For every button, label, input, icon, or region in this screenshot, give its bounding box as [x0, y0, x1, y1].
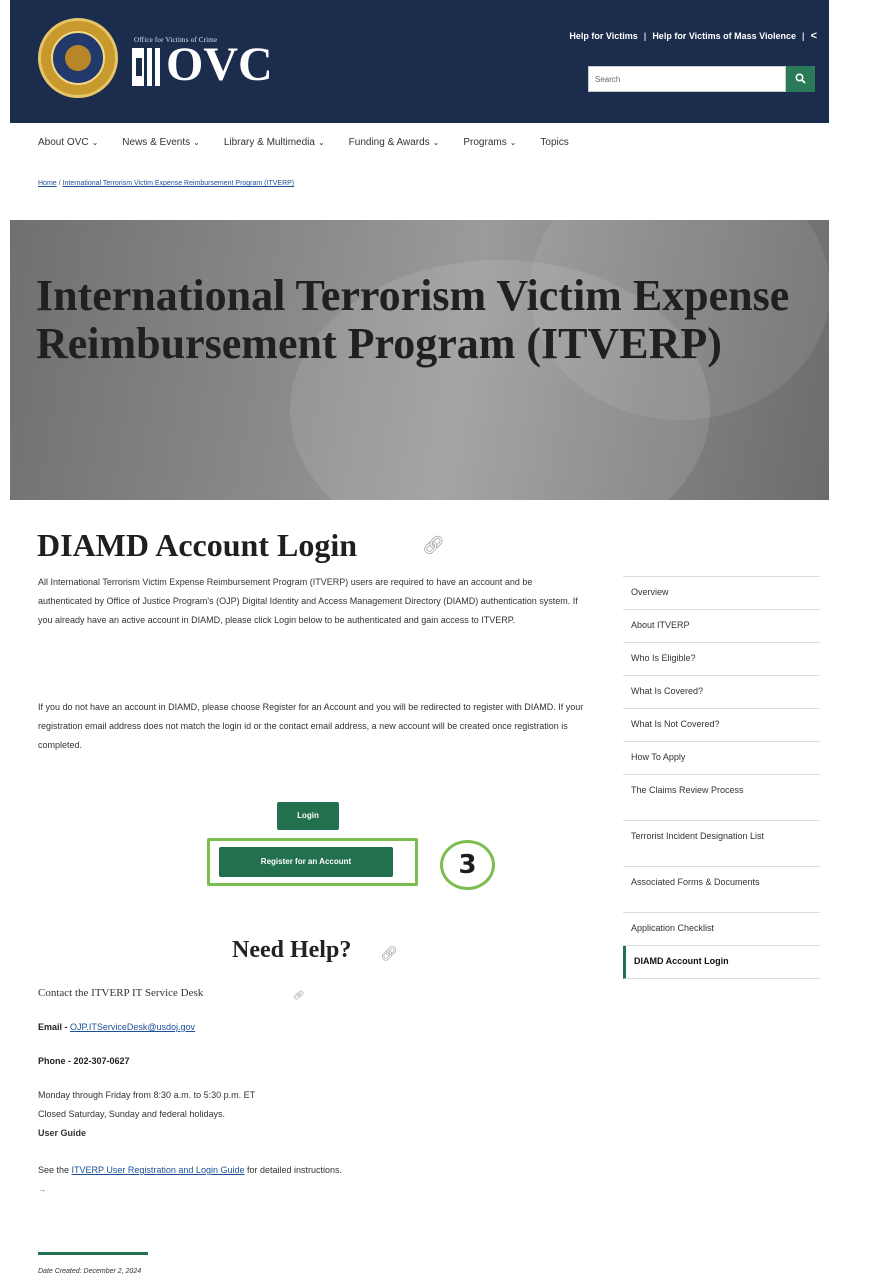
nav-item-about-ovc[interactable]: About OVC ⌄	[38, 137, 98, 148]
guide-link[interactable]: ITVERP User Registration and Login Guide	[72, 1165, 245, 1175]
chevron-down-icon: ⌄	[317, 138, 325, 147]
sidebar-item-overview[interactable]: Overview	[623, 577, 820, 610]
search-icon	[795, 73, 806, 84]
search-button[interactable]	[786, 66, 815, 92]
sidebar-item-about-itverp[interactable]: About ITVERP	[623, 610, 820, 643]
sidebar-item-who-is-eligible[interactable]: Who Is Eligible?	[623, 643, 820, 676]
register-account-button[interactable]: Register for an Account	[219, 847, 393, 877]
chevron-down-icon: ⌄	[91, 138, 99, 147]
link-icon[interactable]: 🔗︎	[422, 535, 445, 556]
register-paragraph: If you do not have an account in DIAMD, …	[38, 702, 584, 750]
guide-prefix: See the	[38, 1165, 70, 1175]
utility-links: Help for Victims | Help for Victims of M…	[569, 30, 817, 42]
nav-item-topics[interactable]: Topics	[540, 137, 568, 148]
separator: |	[643, 31, 647, 41]
sidebar-item-forms-documents[interactable]: Associated Forms & Documents	[623, 867, 820, 913]
share-icon[interactable]: <	[811, 30, 817, 42]
user-guide-heading: User Guide	[38, 1128, 87, 1138]
ovc-mark-icon	[132, 48, 160, 86]
email-label: Email -	[38, 1022, 68, 1032]
sidebar-item-incident-list[interactable]: Terrorist Incident Designation List	[623, 821, 820, 867]
hero-title: International Terrorism Victim Expense R…	[36, 271, 790, 368]
breadcrumb-home-link[interactable]: Home	[38, 180, 57, 187]
breadcrumb: Home / International Terrorism Victim Ex…	[38, 180, 294, 187]
chevron-down-icon: ⌄	[432, 138, 440, 147]
guide-suffix: for detailed instructions.	[247, 1165, 343, 1175]
email-line: Email - OJP.ITServiceDesk@usdoj.gov	[38, 1022, 195, 1032]
holidays-line: Closed Saturday, Sunday and federal holi…	[38, 1109, 225, 1119]
breadcrumb-current-link[interactable]: International Terrorism Victim Expense R…	[63, 180, 295, 187]
site-header: Office for Victims of Crime OVC Help for…	[10, 0, 829, 123]
link-icon[interactable]: 🔗︎	[380, 945, 398, 962]
link-icon[interactable]: 🔗︎	[293, 990, 304, 1001]
chevron-down-icon: ⌄	[509, 138, 517, 147]
sidebar-nav: Overview About ITVERP Who Is Eligible? W…	[623, 576, 820, 979]
phone-line: Phone - 202-307-0627	[38, 1056, 130, 1066]
nav-item-funding-awards[interactable]: Funding & Awards ⌄	[349, 137, 440, 148]
search-input[interactable]: Search	[588, 66, 786, 92]
nav-item-news-events[interactable]: News & Events ⌄	[122, 137, 200, 148]
email-link[interactable]: OJP.ITServiceDesk@usdoj.gov	[70, 1022, 195, 1032]
seal-eagle-icon	[65, 45, 91, 71]
need-help-heading: Need Help?	[232, 937, 352, 963]
hours-line: Monday through Friday from 8:30 a.m. to …	[38, 1090, 256, 1100]
contact-heading: Contact the ITVERP IT Service Desk	[38, 987, 204, 999]
arrow-icon: →	[38, 1185, 46, 1194]
sidebar-item-application-checklist[interactable]: Application Checklist	[623, 913, 820, 946]
help-for-victims-link[interactable]: Help for Victims	[569, 31, 637, 41]
chevron-down-icon: ⌄	[193, 138, 200, 147]
main-nav: About OVC ⌄ News & Events ⌄ Library & Mult…	[38, 137, 569, 148]
intro-paragraph: All International Terrorism Victim Expen…	[38, 577, 578, 625]
footer-divider	[38, 1252, 148, 1255]
sidebar-item-what-is-covered[interactable]: What Is Covered?	[623, 676, 820, 709]
login-button[interactable]: Login	[277, 802, 339, 830]
hero-banner: International Terrorism Victim Expense R…	[10, 220, 829, 500]
sidebar-item-how-to-apply[interactable]: How To Apply	[623, 742, 820, 775]
doj-seal-logo[interactable]	[38, 18, 118, 98]
date-created: Date Created: December 2, 2024	[38, 1268, 142, 1275]
sidebar-item-claims-review[interactable]: The Claims Review Process	[623, 775, 820, 821]
sidebar-item-what-is-not-covered[interactable]: What Is Not Covered?	[623, 709, 820, 742]
nav-item-library-multimedia[interactable]: Library & Multimedia ⌄	[224, 137, 325, 148]
nav-item-programs[interactable]: Programs ⌄	[463, 137, 516, 148]
separator: |	[802, 31, 805, 41]
help-mass-violence-link[interactable]: Help for Victims of Mass Violence	[652, 31, 796, 41]
guide-line: See the ITVERP User Registration and Log…	[38, 1165, 342, 1175]
seal-inner-ring	[51, 31, 105, 85]
sidebar-item-diamd-login[interactable]: DIAMD Account Login	[623, 946, 820, 979]
phone-text: Phone - 202-307-0627	[38, 1056, 130, 1066]
page-title: DIAMD Account Login	[37, 527, 358, 563]
step-number-badge: 3	[440, 840, 495, 890]
ovc-logo[interactable]: OVC	[166, 40, 273, 90]
